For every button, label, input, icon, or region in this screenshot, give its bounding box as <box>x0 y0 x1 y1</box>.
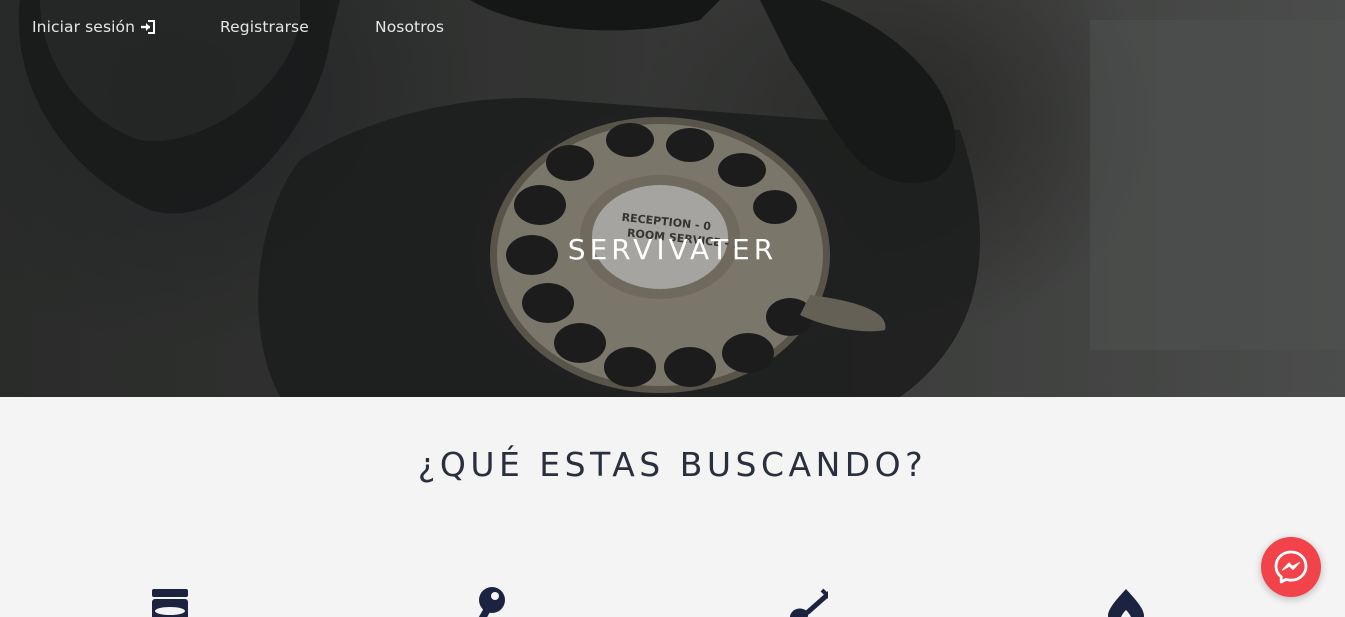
messenger-icon <box>1274 550 1308 584</box>
key-icon[interactable] <box>470 586 516 617</box>
water-heater-icon[interactable] <box>147 586 193 617</box>
register-link[interactable]: Registrarse <box>220 14 309 40</box>
brand-title: SERVIVATER <box>567 233 778 266</box>
top-nav: Iniciar sesión Registrarse Nosotros <box>0 14 1345 40</box>
hero-banner: RECEPTION - 0 ROOM SERVICE - 1 Iniciar s… <box>0 0 1345 397</box>
login-label: Iniciar sesión <box>32 18 136 36</box>
paint-brush-icon[interactable] <box>782 586 828 617</box>
gas-flame-icon[interactable] <box>1104 586 1150 617</box>
hero-overlay <box>0 0 1345 397</box>
login-link[interactable]: Iniciar sesión <box>32 14 156 40</box>
sign-in-icon <box>141 20 156 34</box>
section-title: ¿QUÉ ESTAS BUSCANDO? <box>417 445 928 484</box>
messenger-chat-button[interactable] <box>1261 537 1321 597</box>
about-link[interactable]: Nosotros <box>375 14 444 40</box>
